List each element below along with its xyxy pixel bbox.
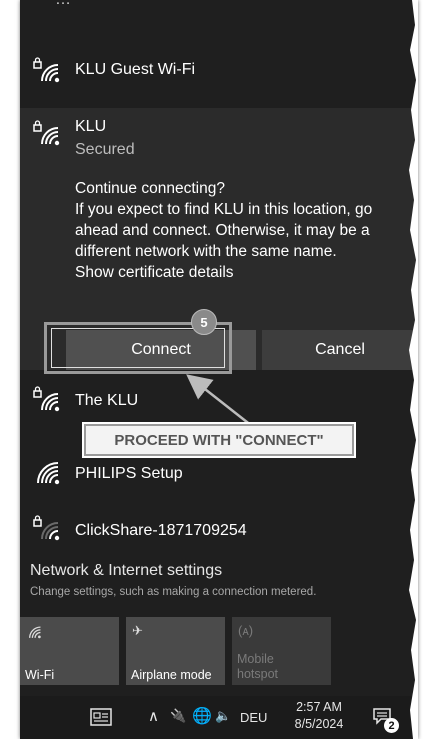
- network-name: ClickShare-1871709254: [75, 522, 247, 539]
- prompt-line: different network with the same name.: [75, 243, 337, 260]
- tile-label-line: Mobile: [237, 652, 274, 666]
- network-name: KLU Guest Wi-Fi: [75, 61, 196, 78]
- partial-network-label: …: [55, 0, 71, 9]
- wifi-icon: [29, 626, 41, 639]
- tile-label-line: hotspot: [237, 667, 279, 681]
- wifi-icon: [37, 462, 60, 485]
- tile-label: Wi-Fi: [25, 668, 55, 682]
- network-item-klu-guest[interactable]: KLU Guest Wi-Fi: [20, 50, 418, 100]
- network-name: KLU: [75, 118, 107, 135]
- taskbar: ∧ 🔌 🌐 🔈 DEU 2:57 AM 8/5/2024 2: [20, 696, 418, 739]
- connect-prompt: Continue connecting? If you expect to fi…: [75, 178, 410, 283]
- chevron-up-icon[interactable]: ∧: [148, 707, 159, 725]
- torn-edge-decoration: [409, 0, 418, 739]
- wifi-toggle-tile[interactable]: Wi-Fi: [20, 617, 119, 685]
- network-settings-link[interactable]: Network & Internet settings: [30, 562, 222, 580]
- network-item-philips[interactable]: PHILIPS Setup: [20, 450, 418, 495]
- network-item-the-klu[interactable]: The KLU: [20, 380, 418, 425]
- prompt-line: Continue connecting?: [75, 180, 225, 197]
- step-number-badge: 5: [191, 309, 217, 335]
- tile-label: Mobile hotspot: [237, 652, 278, 682]
- show-certificate-link[interactable]: Show certificate details: [75, 262, 410, 283]
- airplane-icon: ✈: [132, 623, 143, 638]
- network-name: PHILIPS Setup: [75, 465, 183, 482]
- globe-network-icon[interactable]: 🌐: [192, 706, 212, 726]
- network-name: The KLU: [75, 392, 139, 409]
- secured-wifi-icon: [33, 386, 60, 412]
- prompt-line: If you expect to find KLU in this locati…: [75, 201, 373, 218]
- annotation-callout: PROCEED WITH "CONNECT": [84, 424, 354, 456]
- notification-count-badge: 2: [384, 718, 399, 733]
- secured-wifi-weak-icon: [33, 515, 60, 541]
- battery-plug-icon[interactable]: 🔌: [170, 708, 186, 724]
- network-settings-description: Change settings, such as making a connec…: [30, 586, 317, 598]
- network-flyout: … KLU Guest Wi-Fi KLU Secured Continue c…: [20, 0, 418, 739]
- hotspot-icon: (ᴀ): [238, 623, 254, 638]
- speaker-icon[interactable]: 🔈: [215, 708, 231, 724]
- clock[interactable]: 2:57 AM 8/5/2024: [288, 700, 350, 731]
- network-item-clickshare[interactable]: ClickShare-1871709254: [20, 510, 418, 555]
- network-status: Secured: [75, 141, 135, 158]
- secured-wifi-icon: [33, 57, 60, 83]
- language-indicator[interactable]: DEU: [240, 710, 267, 725]
- airplane-mode-tile[interactable]: ✈ Airplane mode: [126, 617, 225, 685]
- clock-date: 8/5/2024: [294, 717, 344, 731]
- cancel-button[interactable]: Cancel: [262, 330, 418, 370]
- tile-label: Airplane mode: [131, 668, 212, 682]
- secured-wifi-icon: [33, 120, 60, 146]
- prompt-line: ahead and connect. Otherwise, it may be …: [75, 222, 370, 239]
- clock-time: 2:57 AM: [296, 700, 342, 714]
- mobile-hotspot-tile[interactable]: (ᴀ) Mobile hotspot: [232, 617, 331, 685]
- keyboard-icon[interactable]: [90, 708, 112, 726]
